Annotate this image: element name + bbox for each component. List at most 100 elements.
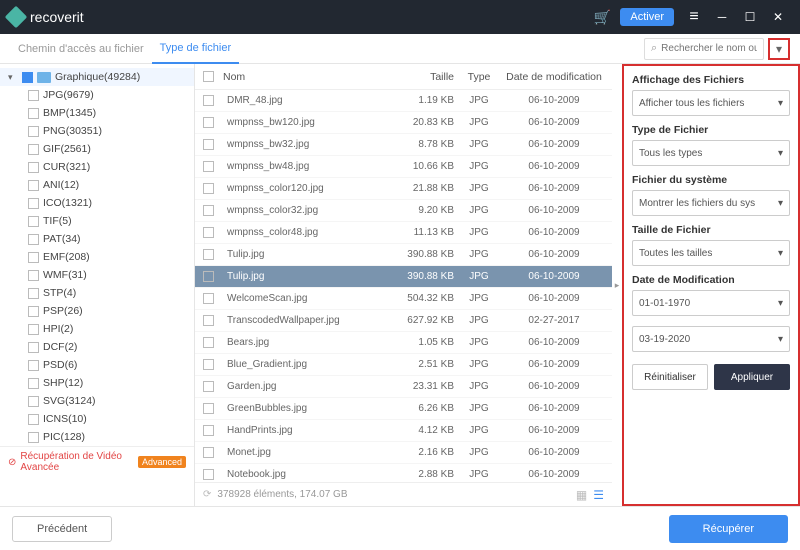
table-row[interactable]: Blue_Gradient.jpg2.51 KBJPG06-10-2009: [195, 354, 612, 376]
sidebar-item[interactable]: SVG(3124): [0, 392, 194, 410]
close-button[interactable]: ✕: [764, 7, 792, 27]
checkbox[interactable]: [28, 108, 39, 119]
sidebar-item[interactable]: PSD(6): [0, 356, 194, 374]
filter-date-to[interactable]: 03-19-2020▾: [632, 326, 790, 352]
checkbox[interactable]: [28, 342, 39, 353]
checkbox[interactable]: [28, 144, 39, 155]
checkbox[interactable]: [28, 162, 39, 173]
checkbox[interactable]: [28, 270, 39, 281]
table-body[interactable]: DMR_48.jpg1.19 KBJPG06-10-2009wmpnss_bw1…: [195, 90, 612, 482]
table-row[interactable]: wmpnss_color120.jpg21.88 KBJPG06-10-2009: [195, 178, 612, 200]
col-type[interactable]: Type: [454, 71, 504, 83]
checkbox[interactable]: [203, 161, 214, 172]
checkbox[interactable]: [28, 90, 39, 101]
checkbox[interactable]: [28, 324, 39, 335]
table-row[interactable]: GreenBubbles.jpg6.26 KBJPG06-10-2009: [195, 398, 612, 420]
filter-toggle-button[interactable]: ▾: [768, 38, 790, 60]
checkbox[interactable]: [28, 432, 39, 443]
checkbox[interactable]: [203, 315, 214, 326]
sidebar-item[interactable]: CUR(321): [0, 158, 194, 176]
table-row[interactable]: DMR_48.jpg1.19 KBJPG06-10-2009: [195, 90, 612, 112]
checkbox[interactable]: [28, 252, 39, 263]
table-row[interactable]: HandPrints.jpg4.12 KBJPG06-10-2009: [195, 420, 612, 442]
col-size[interactable]: Taille: [384, 71, 454, 83]
chevron-down-icon[interactable]: ▾: [8, 72, 18, 83]
panel-collapse-handle[interactable]: ▸: [612, 64, 622, 506]
checkbox[interactable]: [203, 469, 214, 480]
sidebar-item[interactable]: PAT(34): [0, 230, 194, 248]
cart-icon[interactable]: 🛒: [588, 7, 616, 27]
table-row[interactable]: wmpnss_bw120.jpg20.83 KBJPG06-10-2009: [195, 112, 612, 134]
checkbox[interactable]: [28, 360, 39, 371]
col-name[interactable]: Nom: [223, 71, 384, 83]
maximize-button[interactable]: ☐: [736, 7, 764, 27]
sidebar-item[interactable]: JPG(9679): [0, 86, 194, 104]
checkbox[interactable]: [203, 425, 214, 436]
activate-button[interactable]: Activer: [620, 8, 674, 26]
reset-button[interactable]: Réinitialiser: [632, 364, 708, 390]
sidebar-item[interactable]: TIF(5): [0, 212, 194, 230]
checkbox[interactable]: [203, 271, 214, 282]
sidebar-item[interactable]: ANI(12): [0, 176, 194, 194]
sidebar-item[interactable]: STP(4): [0, 284, 194, 302]
sidebar-item[interactable]: WMF(31): [0, 266, 194, 284]
search-field[interactable]: [661, 43, 757, 54]
sidebar-item[interactable]: PSP(26): [0, 302, 194, 320]
recover-button[interactable]: Récupérer: [669, 515, 788, 543]
table-row[interactable]: Bears.jpg1.05 KBJPG06-10-2009: [195, 332, 612, 354]
sidebar-item[interactable]: GIF(2561): [0, 140, 194, 158]
tab-filetype[interactable]: Type de fichier: [152, 34, 240, 64]
checkbox[interactable]: [28, 288, 39, 299]
checkbox[interactable]: [203, 447, 214, 458]
filter-type-select[interactable]: Tous les types▾: [632, 140, 790, 166]
apply-button[interactable]: Appliquer: [714, 364, 790, 390]
select-all-checkbox[interactable]: [203, 71, 214, 82]
tree-root-graphique[interactable]: ▾ Graphique(49284): [0, 68, 194, 86]
menu-icon[interactable]: ≡: [680, 7, 708, 27]
checkbox[interactable]: [203, 205, 214, 216]
checkbox[interactable]: [28, 216, 39, 227]
checkbox[interactable]: [28, 306, 39, 317]
sidebar-item[interactable]: EMF(208): [0, 248, 194, 266]
sidebar-item[interactable]: HPI(2): [0, 320, 194, 338]
sidebar-item[interactable]: ICNS(10): [0, 410, 194, 428]
checkbox[interactable]: [28, 234, 39, 245]
table-row[interactable]: TranscodedWallpaper.jpg627.92 KBJPG02-27…: [195, 310, 612, 332]
filter-system-select[interactable]: Montrer les fichiers du sys▾: [632, 190, 790, 216]
search-input[interactable]: ⌕: [644, 38, 764, 60]
advanced-video-recovery[interactable]: ⊘ Récupération de Vidéo Avancée Advanced: [0, 446, 194, 477]
col-date[interactable]: Date de modification: [504, 71, 604, 83]
checkbox[interactable]: [28, 126, 39, 137]
checkbox[interactable]: [203, 139, 214, 150]
table-row[interactable]: Notebook.jpg2.88 KBJPG06-10-2009: [195, 464, 612, 482]
checkbox[interactable]: [28, 180, 39, 191]
checkbox[interactable]: [203, 293, 214, 304]
table-row[interactable]: wmpnss_color48.jpg11.13 KBJPG06-10-2009: [195, 222, 612, 244]
minimize-button[interactable]: ─: [708, 7, 736, 27]
filter-display-select[interactable]: Afficher tous les fichiers▾: [632, 90, 790, 116]
table-row[interactable]: Monet.jpg2.16 KBJPG06-10-2009: [195, 442, 612, 464]
table-row[interactable]: Garden.jpg23.31 KBJPG06-10-2009: [195, 376, 612, 398]
checkbox[interactable]: [22, 72, 33, 83]
checkbox[interactable]: [203, 95, 214, 106]
table-row[interactable]: Tulip.jpg390.88 KBJPG06-10-2009: [195, 266, 612, 288]
sidebar-item[interactable]: SHP(12): [0, 374, 194, 392]
checkbox[interactable]: [28, 414, 39, 425]
refresh-icon[interactable]: ⟳: [203, 489, 211, 500]
checkbox[interactable]: [203, 227, 214, 238]
table-row[interactable]: WelcomeScan.jpg504.32 KBJPG06-10-2009: [195, 288, 612, 310]
sidebar-item[interactable]: DCF(2): [0, 338, 194, 356]
table-row[interactable]: wmpnss_color32.jpg9.20 KBJPG06-10-2009: [195, 200, 612, 222]
checkbox[interactable]: [203, 249, 214, 260]
table-row[interactable]: wmpnss_bw32.jpg8.78 KBJPG06-10-2009: [195, 134, 612, 156]
filter-date-from[interactable]: 01-01-1970▾: [632, 290, 790, 316]
table-row[interactable]: Tulip.jpg390.88 KBJPG06-10-2009: [195, 244, 612, 266]
checkbox[interactable]: [203, 403, 214, 414]
sidebar-item[interactable]: PIC(128): [0, 428, 194, 446]
checkbox[interactable]: [28, 378, 39, 389]
checkbox[interactable]: [28, 198, 39, 209]
checkbox[interactable]: [203, 359, 214, 370]
previous-button[interactable]: Précédent: [12, 516, 112, 542]
checkbox[interactable]: [203, 183, 214, 194]
list-view-icon[interactable]: ☰: [593, 488, 604, 502]
